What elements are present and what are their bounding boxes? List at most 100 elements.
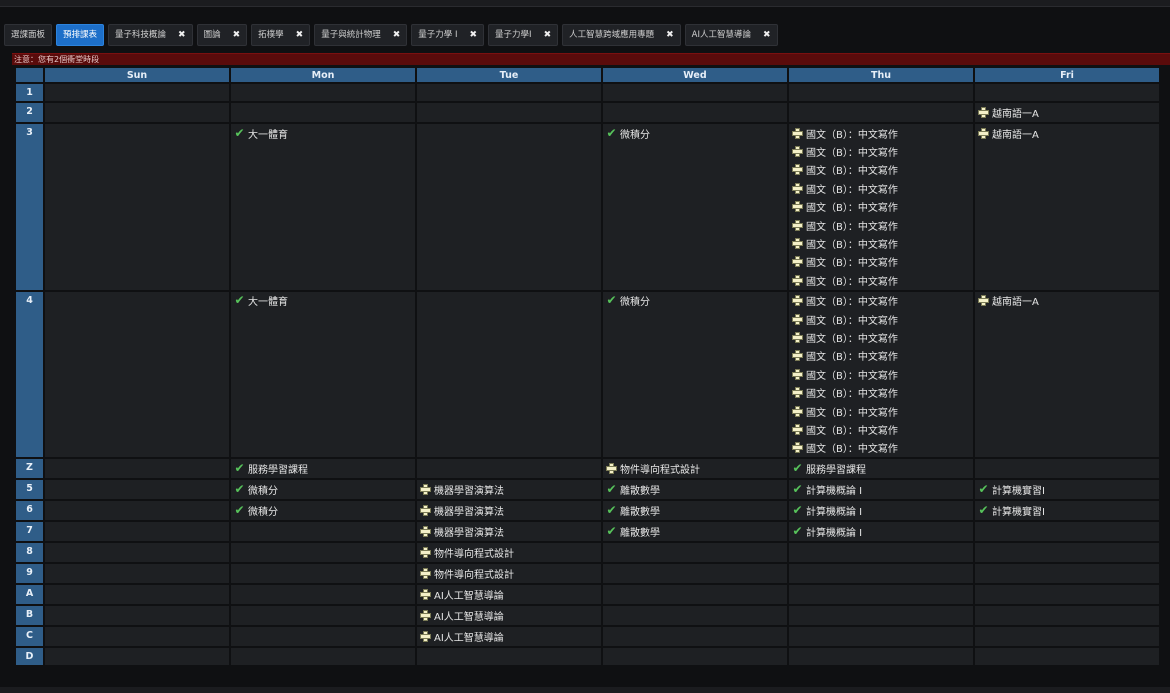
timetable-cell[interactable]	[789, 648, 973, 666]
course-entry[interactable]: AI人工智慧導論	[417, 585, 601, 603]
timetable-cell[interactable]: AI人工智慧導論	[417, 606, 601, 626]
timetable-cell[interactable]	[975, 627, 1159, 647]
tab-7[interactable]: 量子力學I ✖	[488, 24, 559, 46]
close-icon[interactable]: ✖	[393, 25, 401, 45]
timetable-cell[interactable]	[789, 627, 973, 647]
timetable-cell[interactable]: 物件導向程式設計	[417, 543, 601, 563]
course-entry[interactable]: AI人工智慧導論	[417, 627, 601, 645]
course-entry[interactable]: 越南語一A	[975, 124, 1159, 142]
tab-9[interactable]: AI人工智慧導論 ✖	[684, 24, 778, 46]
timetable-cell[interactable]	[975, 84, 1159, 101]
timetable-cell[interactable]	[45, 564, 229, 584]
timetable-cell[interactable]	[975, 459, 1159, 479]
timetable-cell[interactable]	[789, 84, 973, 101]
timetable-cell[interactable]	[231, 648, 415, 666]
timetable-cell[interactable]: ✔ 大一體育	[231, 291, 415, 458]
timetable-cell[interactable]: ✔ 微積分	[603, 124, 787, 290]
tab-8[interactable]: 人工智慧跨域應用專題 ✖	[562, 24, 681, 46]
timetable-cell[interactable]	[45, 522, 229, 542]
course-entry[interactable]: ✔ 計算機概論 I	[789, 522, 973, 540]
course-entry[interactable]: ✔ 服務學習課程	[231, 459, 415, 477]
timetable-cell[interactable]	[231, 564, 415, 584]
course-entry[interactable]: 國文（B）：中文寫作	[789, 271, 973, 289]
timetable-cell[interactable]	[417, 459, 601, 479]
timetable-cell[interactable]	[603, 606, 787, 626]
course-entry[interactable]: 越南語一A	[975, 103, 1159, 121]
course-entry[interactable]: 國文（B）：中文寫作	[789, 253, 973, 271]
timetable-cell[interactable]	[789, 585, 973, 605]
course-entry[interactable]: 國文（B）：中文寫作	[789, 365, 973, 383]
course-entry[interactable]: ✔ 計算機概論 I	[789, 501, 973, 519]
timetable-cell[interactable]	[603, 585, 787, 605]
tab-1[interactable]: 預排課表	[56, 24, 105, 46]
course-entry[interactable]: 國文（B）：中文寫作	[789, 124, 973, 142]
timetable-cell[interactable]	[231, 585, 415, 605]
timetable-cell[interactable]	[603, 543, 787, 563]
timetable-cell[interactable]: AI人工智慧導論	[417, 585, 601, 605]
timetable-cell[interactable]	[789, 543, 973, 563]
close-icon[interactable]: ✖	[666, 25, 674, 45]
timetable-cell[interactable]	[975, 543, 1159, 563]
course-entry[interactable]: ✔ 計算機實習I	[975, 480, 1159, 498]
course-entry[interactable]: 越南語一A	[975, 292, 1159, 310]
timetable-cell[interactable]: ✔ 離散數學	[603, 522, 787, 542]
timetable-cell[interactable]	[45, 648, 229, 666]
timetable-cell[interactable]	[45, 627, 229, 647]
course-entry[interactable]: ✔ 大一體育	[231, 124, 415, 142]
course-entry[interactable]: 國文（B）：中文寫作	[789, 439, 973, 457]
course-entry[interactable]: ✔ 微積分	[231, 501, 415, 519]
timetable-cell[interactable]	[231, 606, 415, 626]
timetable-cell[interactable]	[45, 606, 229, 626]
timetable-cell[interactable]	[417, 648, 601, 666]
timetable-cell[interactable]: ✔ 微積分	[231, 501, 415, 521]
course-entry[interactable]: 國文（B）：中文寫作	[789, 292, 973, 310]
timetable-cell-conflict[interactable]: 國文（B）：中文寫作 國文（B）：中文寫作 國文（B）：中文寫作 國文（B）：中文寫作…	[789, 124, 973, 290]
close-icon[interactable]: ✖	[233, 25, 241, 45]
timetable-cell[interactable]	[975, 606, 1159, 626]
timetable-cell[interactable]: 越南語一A	[975, 291, 1159, 458]
course-entry[interactable]: 國文（B）：中文寫作	[789, 216, 973, 234]
tab-0[interactable]: 選課面板	[4, 24, 53, 46]
timetable-cell[interactable]: 越南語一A	[975, 103, 1159, 122]
timetable-cell[interactable]: 機器學習演算法	[417, 522, 601, 542]
close-icon[interactable]: ✖	[178, 25, 186, 45]
timetable-cell[interactable]	[231, 543, 415, 563]
tab-3[interactable]: 圖論 ✖	[196, 24, 248, 46]
course-entry[interactable]: ✔ 微積分	[603, 124, 787, 142]
course-entry[interactable]: ✔ 計算機實習I	[975, 501, 1159, 519]
timetable-cell[interactable]	[603, 564, 787, 584]
course-entry[interactable]: ✔ 微積分	[603, 292, 787, 310]
timetable-cell[interactable]	[975, 564, 1159, 584]
close-icon[interactable]: ✖	[763, 25, 771, 45]
course-entry[interactable]: 物件導向程式設計	[417, 564, 601, 582]
timetable-cell[interactable]	[231, 103, 415, 122]
timetable-cell[interactable]	[975, 585, 1159, 605]
course-entry[interactable]: ✔ 離散數學	[603, 480, 787, 498]
timetable-cell[interactable]	[231, 522, 415, 542]
course-entry[interactable]: 物件導向程式設計	[603, 459, 787, 477]
timetable-cell[interactable]	[789, 606, 973, 626]
course-entry[interactable]: 國文（B）：中文寫作	[789, 234, 973, 252]
course-entry[interactable]: ✔ 大一體育	[231, 292, 415, 310]
tab-5[interactable]: 量子與統計物理 ✖	[314, 24, 408, 46]
course-entry[interactable]: 國文（B）：中文寫作	[789, 198, 973, 216]
timetable-cell[interactable]	[417, 103, 601, 122]
course-entry[interactable]: 國文（B）：中文寫作	[789, 310, 973, 328]
timetable-cell[interactable]: ✔ 計算機實習I	[975, 480, 1159, 500]
course-entry[interactable]: 國文（B）：中文寫作	[789, 347, 973, 365]
timetable-cell[interactable]	[975, 648, 1159, 666]
timetable-cell[interactable]	[231, 627, 415, 647]
timetable-cell[interactable]: 機器學習演算法	[417, 501, 601, 521]
timetable-cell[interactable]: 物件導向程式設計	[417, 564, 601, 584]
timetable-cell[interactable]: AI人工智慧導論	[417, 627, 601, 647]
timetable-cell[interactable]	[417, 84, 601, 101]
timetable-cell[interactable]: 物件導向程式設計	[603, 459, 787, 479]
timetable-cell[interactable]: ✔ 離散數學	[603, 501, 787, 521]
timetable-cell[interactable]: ✔ 計算機概論 I	[789, 501, 973, 521]
tab-2[interactable]: 量子科技概論 ✖	[108, 24, 193, 46]
timetable-cell[interactable]	[45, 124, 229, 290]
course-entry[interactable]: 國文（B）：中文寫作	[789, 161, 973, 179]
timetable-cell[interactable]	[45, 84, 229, 101]
timetable-cell[interactable]: ✔ 離散數學	[603, 480, 787, 500]
timetable-cell[interactable]	[417, 291, 601, 458]
